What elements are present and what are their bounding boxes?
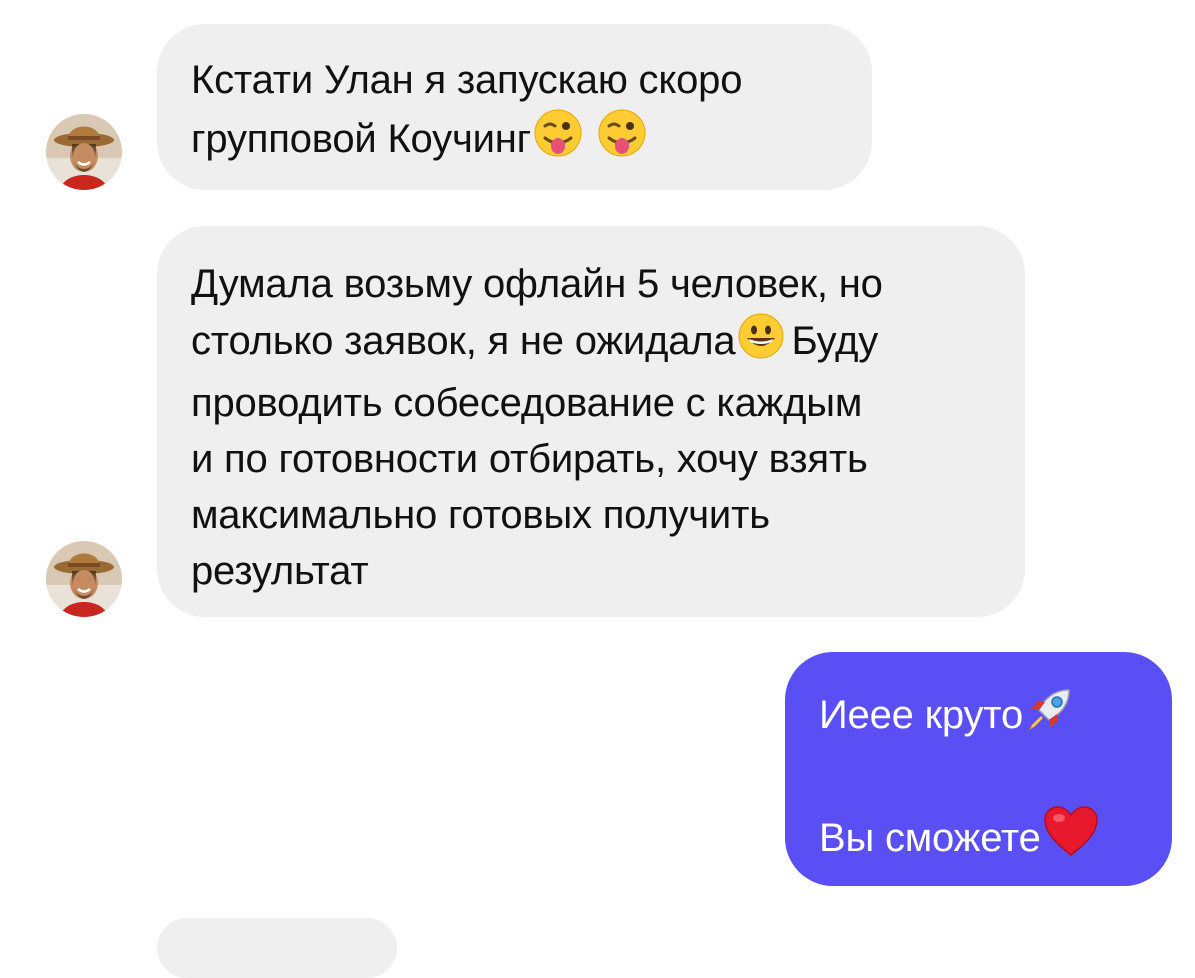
message-line: столько заявок, я не ожидала Буду [191, 312, 991, 375]
message-line: Кстати Улан я запускаю скоро [191, 58, 743, 102]
message-line: максимально готовых получить [191, 493, 770, 537]
grinning-face-icon [737, 312, 785, 375]
incoming-message-bubble[interactable]: Думала возьму офлайн 5 человек, но столь… [157, 226, 1025, 617]
message-line: проводить собеседование с каждым [191, 381, 863, 425]
message-line: и по готовности отбирать, хочу взять [191, 437, 868, 481]
message-text: Буду [791, 319, 879, 363]
message-line: Иеее круто [819, 684, 1138, 749]
red-heart-icon [1043, 805, 1099, 872]
message-line: Вы сможете [819, 805, 1138, 872]
message-text: Иеее круто [819, 693, 1024, 737]
contact-avatar[interactable] [46, 541, 122, 617]
rocket-icon [1025, 684, 1075, 749]
message-text: столько заявок, я не ожидала [191, 319, 736, 363]
message-text: групповой Коучинг [191, 117, 532, 161]
winking-face-with-tongue-icon [597, 108, 647, 173]
winking-face-with-tongue-icon [533, 108, 583, 173]
contact-avatar[interactable] [46, 114, 122, 190]
contact-avatar-woman-in-hat-icon [46, 541, 122, 617]
message-line: групповой Коучинг [191, 108, 838, 173]
message-line: Думала возьму офлайн 5 человек, но [191, 262, 883, 306]
message-text: Вы сможете [819, 816, 1041, 860]
incoming-message-bubble[interactable]: Кстати Улан я запускаю скоро групповой К… [157, 24, 872, 190]
outgoing-message-bubble[interactable]: Иеее круто Вы сможете [785, 652, 1172, 886]
incoming-message-bubble-partial[interactable] [157, 918, 397, 978]
message-line: результат [191, 549, 369, 593]
contact-avatar-woman-in-hat-icon [46, 114, 122, 190]
